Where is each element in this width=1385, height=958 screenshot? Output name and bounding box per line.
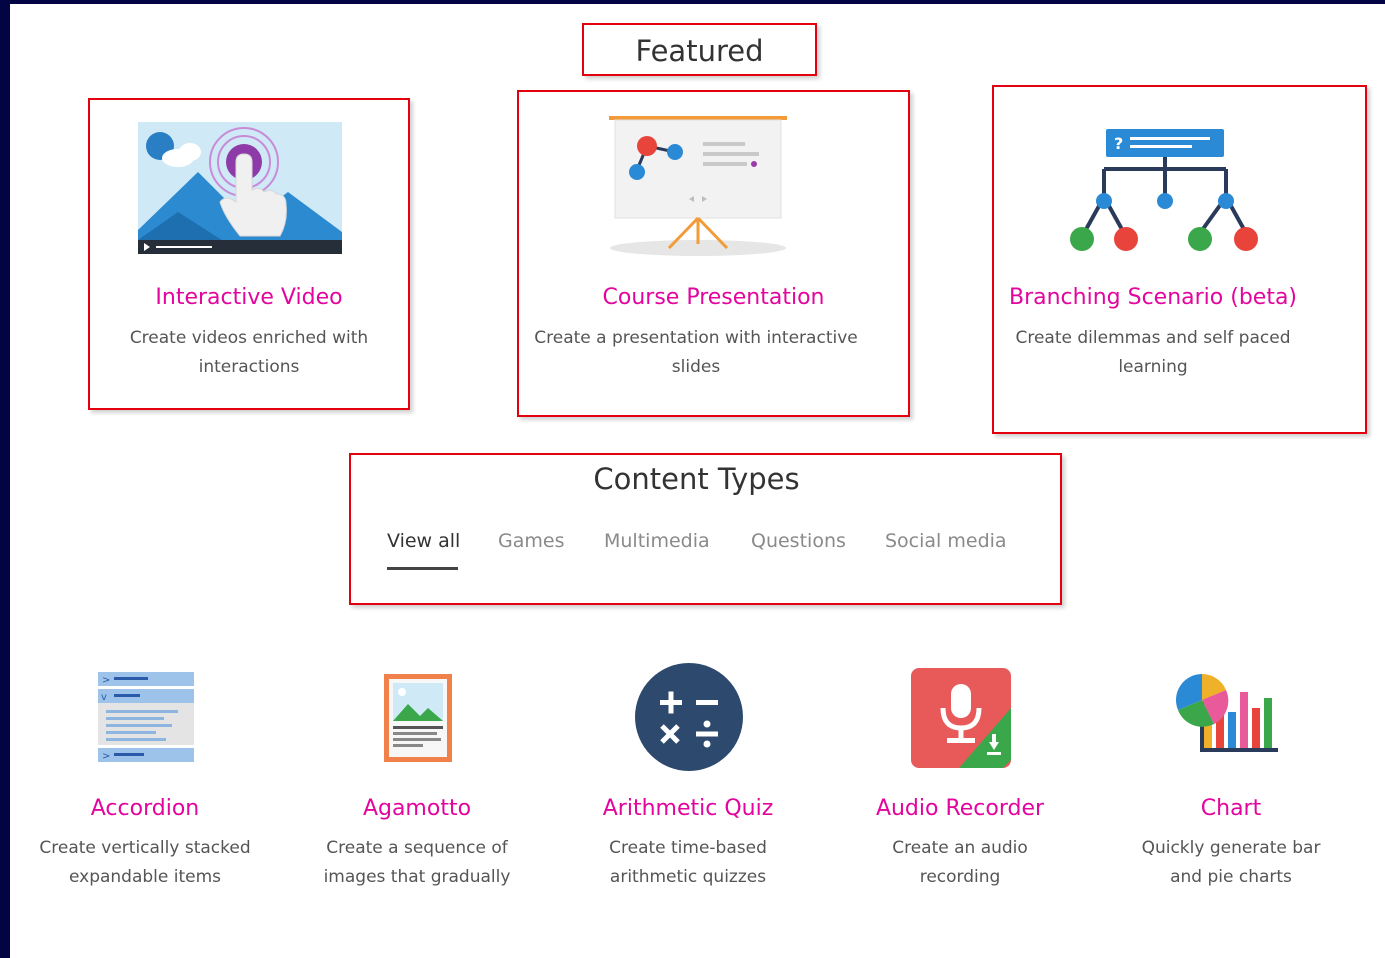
audio-recorder-icon	[909, 666, 1013, 770]
content-type-title[interactable]: Accordion	[30, 796, 260, 821]
arithmetic-quiz-icon	[634, 662, 744, 772]
active-tab-indicator	[387, 567, 458, 570]
content-type-title[interactable]: Arithmetic Quiz	[573, 796, 803, 821]
agamotto-icon	[382, 672, 454, 764]
featured-card-description: Create a presentation with interactive s…	[534, 328, 858, 377]
content-type-description: Quickly generate bar and pie charts	[1141, 838, 1321, 887]
featured-heading: Featured	[635, 34, 764, 68]
content-type-title[interactable]: Chart	[1116, 796, 1346, 821]
svg-text:>: >	[102, 675, 110, 686]
featured-card-description: Create dilemmas and self paced learning	[1015, 328, 1291, 377]
interactive-video-icon	[138, 122, 342, 254]
tab-view-all[interactable]: View all	[387, 530, 460, 552]
svg-text:>: >	[102, 751, 110, 762]
content-type-description: Create a sequence of images that gradual…	[323, 838, 511, 887]
featured-card-title[interactable]: Interactive Video	[90, 285, 408, 310]
content-type-description: Create an audio recording	[892, 838, 1028, 887]
course-presentation-icon	[603, 116, 793, 266]
chart-icon	[1174, 672, 1282, 760]
content-type-description: Create vertically stacked expandable ite…	[39, 838, 251, 887]
tab-questions[interactable]: Questions	[751, 530, 846, 552]
branching-scenario-icon: ?	[1062, 125, 1262, 255]
content-types-heading: Content Types	[593, 462, 800, 496]
content-hub-panel: Featured Interactive Video Create videos…	[10, 4, 1385, 958]
svg-text:?: ?	[1114, 134, 1123, 153]
accordion-icon: > v >	[96, 670, 196, 766]
content-type-title[interactable]: Audio Recorder	[845, 796, 1075, 821]
featured-card-title[interactable]: Branching Scenario (beta)	[994, 285, 1312, 310]
tab-games[interactable]: Games	[498, 530, 564, 552]
tab-multimedia[interactable]: Multimedia	[604, 530, 710, 552]
svg-text:v: v	[101, 692, 107, 703]
featured-card-title[interactable]: Course Presentation	[519, 285, 908, 310]
featured-card-description: Create videos enriched with interactions	[129, 328, 369, 377]
content-type-title[interactable]: Agamotto	[302, 796, 532, 821]
content-type-description: Create time-based arithmetic quizzes	[609, 838, 767, 887]
tab-social-media[interactable]: Social media	[885, 530, 1007, 552]
